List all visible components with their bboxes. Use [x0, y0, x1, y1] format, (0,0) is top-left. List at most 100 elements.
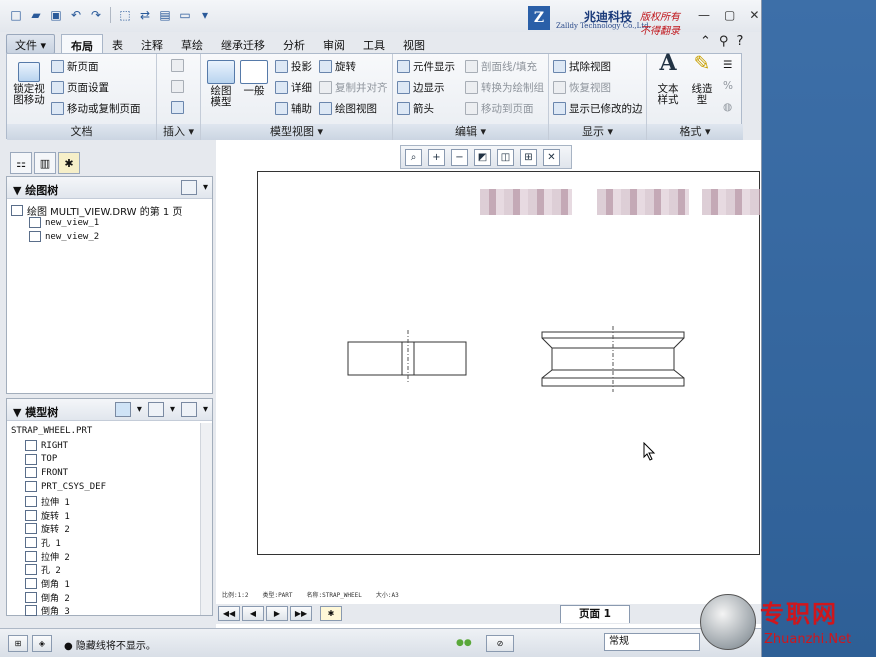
- next-page-button[interactable]: ▶: [266, 606, 288, 621]
- group-display-label[interactable]: 显示 ▾: [549, 124, 646, 140]
- drawing-tree-root[interactable]: 绘图 MULTI_VIEW.DRW 的第 1 页: [11, 203, 182, 218]
- model-tree-item[interactable]: 倒角 3: [25, 604, 70, 617]
- model-tree-item[interactable]: 倒角 1: [25, 577, 70, 590]
- file-menu[interactable]: 文件 ▾: [6, 34, 56, 54]
- tab-table[interactable]: 表: [103, 34, 132, 54]
- tab-view[interactable]: 视图: [394, 34, 434, 54]
- model-tree-item[interactable]: FRONT: [25, 467, 68, 479]
- model-display-icon[interactable]: [114, 402, 131, 417]
- tree-settings-icon[interactable]: [180, 180, 197, 195]
- model-tree-item[interactable]: TOP: [25, 453, 57, 465]
- restore-view-button[interactable]: 恢复视图: [553, 80, 611, 95]
- erase-view-button[interactable]: 拭除视图: [553, 59, 611, 74]
- open-folder-icon[interactable]: ▰: [28, 7, 44, 23]
- chevron-down-icon[interactable]: ▾: [170, 404, 175, 415]
- chevron-down-icon[interactable]: ▾: [203, 182, 208, 193]
- tab-sketch[interactable]: 草绘: [172, 34, 212, 54]
- select-box-icon[interactable]: ⬚: [117, 7, 133, 23]
- model-tree-title[interactable]: ▼ 模型树: [13, 404, 58, 420]
- insert-image-button[interactable]: [171, 101, 184, 114]
- text-style-button[interactable]: A 文本 样式: [653, 52, 683, 106]
- selection-filter[interactable]: 常规: [604, 633, 700, 651]
- model-tree-item[interactable]: 旋转 1: [25, 509, 70, 522]
- tree-item-view-1[interactable]: new_view_1: [29, 217, 99, 228]
- navigator-toggle-icon[interactable]: ⊞: [8, 635, 28, 652]
- zoom-out-icon[interactable]: −: [451, 148, 468, 166]
- lock-view-move-button[interactable]: 锁定视 图移动: [9, 62, 49, 106]
- tab-review[interactable]: 审阅: [314, 34, 354, 54]
- group-format-label[interactable]: 格式 ▾: [647, 124, 743, 140]
- chevron-down-icon[interactable]: ▾: [137, 404, 142, 415]
- tab-analysis[interactable]: 分析: [274, 34, 314, 54]
- repaint-icon[interactable]: ◩: [474, 148, 491, 166]
- front-view-drawing[interactable]: [340, 326, 472, 382]
- maximize-icon[interactable]: ▢: [724, 8, 735, 22]
- collapse-ribbon-icon[interactable]: ⌃: [700, 34, 711, 49]
- insert-graph-button[interactable]: [171, 59, 184, 72]
- group-model-view-label[interactable]: 模型视图 ▾: [201, 124, 392, 140]
- new-page-icon[interactable]: ✱: [320, 606, 342, 621]
- model-tree-item[interactable]: 孔 1: [25, 536, 61, 549]
- move-to-page-button[interactable]: 移动到页面: [465, 101, 534, 116]
- regenerate-icon[interactable]: ⇄: [137, 7, 153, 23]
- copy-align-button[interactable]: 复制并对齐: [319, 80, 388, 95]
- datum-display-icon[interactable]: ⊞: [520, 148, 537, 166]
- tools-icon[interactable]: [147, 402, 164, 417]
- group-edit-label[interactable]: 编辑 ▾: [393, 124, 548, 140]
- model-tree-item[interactable]: 孔 2: [25, 563, 61, 576]
- tab-legacy-migration[interactable]: 继承迁移: [212, 34, 274, 54]
- page-setup-button[interactable]: 页面设置: [51, 80, 109, 95]
- undo-icon[interactable]: ↶: [68, 7, 84, 23]
- find-icon[interactable]: ⊘: [486, 635, 514, 652]
- customize-dropdown-icon[interactable]: ▾: [197, 7, 213, 23]
- folder-browser-tab-icon[interactable]: ▥: [34, 152, 56, 174]
- first-page-button[interactable]: ◀◀: [218, 606, 240, 621]
- favorites-tab-icon[interactable]: ✱: [58, 152, 80, 174]
- search-icon[interactable]: ⚲: [719, 34, 729, 49]
- tab-annotate[interactable]: 注释: [132, 34, 172, 54]
- auxiliary-button[interactable]: 辅助: [275, 101, 312, 116]
- revolve-button[interactable]: 旋转: [319, 59, 356, 74]
- minimize-icon[interactable]: —: [698, 8, 710, 22]
- group-insert-label[interactable]: 插入 ▾: [157, 124, 200, 140]
- projection-button[interactable]: 投影: [275, 59, 312, 74]
- annotation-display-icon[interactable]: ✕: [543, 148, 560, 166]
- arrow-button[interactable]: 箭头: [397, 101, 434, 116]
- tab-tools[interactable]: 工具: [354, 34, 394, 54]
- tab-layout[interactable]: 布局: [61, 34, 104, 54]
- detail-button[interactable]: 详细: [275, 80, 312, 95]
- close-icon[interactable]: ✕: [749, 8, 759, 22]
- page-tab-1[interactable]: 页面 1: [560, 605, 630, 623]
- zoom-fit-icon[interactable]: ⌕: [405, 148, 422, 166]
- drawing-view-button[interactable]: 绘图视图: [319, 101, 377, 116]
- model-tree-item[interactable]: 拉伸 2: [25, 550, 70, 563]
- prev-page-button[interactable]: ◀: [242, 606, 264, 621]
- display-style-icon[interactable]: ◫: [497, 148, 514, 166]
- help-icon[interactable]: ?: [736, 34, 743, 49]
- line-style-button[interactable]: ✎ 线造 型: [687, 53, 717, 106]
- model-tree-item[interactable]: 旋转 2: [25, 522, 70, 535]
- close-window-icon[interactable]: ▭: [177, 7, 193, 23]
- section-fill-button[interactable]: 剖面线/填充: [465, 59, 537, 74]
- model-tree-item[interactable]: RIGHT: [25, 440, 68, 451]
- zoom-in-icon[interactable]: +: [428, 148, 445, 166]
- format-option-3[interactable]: ◍: [723, 101, 732, 113]
- move-copy-page-button[interactable]: 移动或复制页面: [51, 101, 141, 116]
- model-tree-root[interactable]: STRAP_WHEEL.PRT: [11, 426, 92, 436]
- new-file-icon[interactable]: □: [8, 7, 24, 23]
- side-view-drawing[interactable]: [536, 326, 690, 392]
- tree-settings-icon[interactable]: [180, 402, 197, 417]
- edge-display-button[interactable]: 边显示: [397, 80, 445, 95]
- insert-layer-button[interactable]: [171, 80, 184, 93]
- model-tree-scrollbar[interactable]: [200, 423, 212, 615]
- show-modified-edges-button[interactable]: 显示已修改的边: [553, 101, 643, 116]
- tree-item-view-2[interactable]: new_view_2: [29, 231, 99, 242]
- windows-icon[interactable]: ▤: [157, 7, 173, 23]
- new-page-button[interactable]: 新页面: [51, 59, 99, 74]
- redo-icon[interactable]: ↷: [88, 7, 104, 23]
- save-icon[interactable]: ▣: [48, 7, 64, 23]
- element-display-button[interactable]: 元件显示: [397, 59, 455, 74]
- last-page-button[interactable]: ▶▶: [290, 606, 312, 621]
- model-tree-tab-icon[interactable]: ⚏: [10, 152, 32, 174]
- general-view-button[interactable]: 一般: [239, 60, 269, 97]
